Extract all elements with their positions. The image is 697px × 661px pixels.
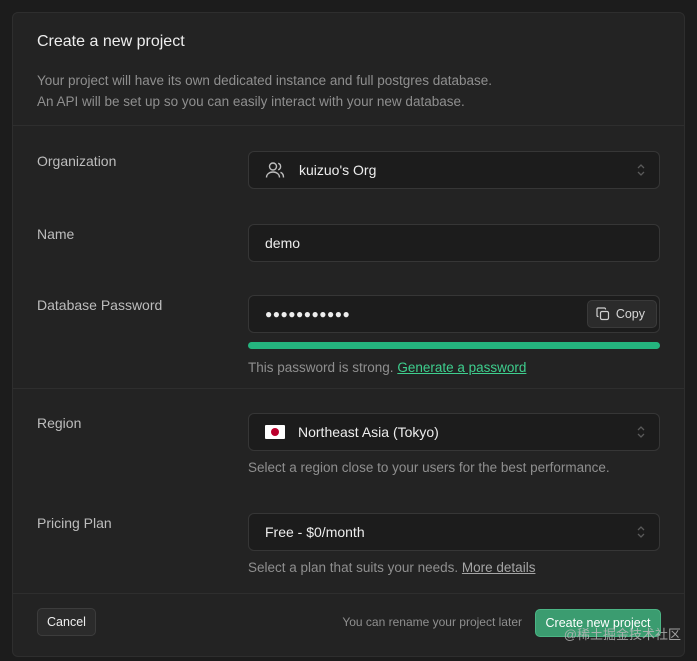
users-icon (265, 161, 285, 179)
password-label: Database Password (37, 297, 163, 313)
copy-icon (596, 307, 609, 321)
pricing-help: Select a plan that suits your needs. Mor… (248, 560, 535, 575)
cancel-button[interactable]: Cancel (37, 608, 96, 636)
chevron-up-down-icon (637, 426, 645, 438)
region-help: Select a region close to your users for … (248, 460, 610, 475)
generate-password-link[interactable]: Generate a password (397, 360, 526, 375)
japan-flag-icon (265, 425, 285, 439)
region-label: Region (37, 415, 82, 431)
rename-note: You can rename your project later (342, 615, 522, 629)
region-value: Northeast Asia (Tokyo) (298, 424, 439, 440)
copy-label: Copy (615, 307, 645, 321)
region-select[interactable]: Northeast Asia (Tokyo) (248, 413, 660, 451)
pricing-value: Free - $0/month (265, 524, 365, 540)
name-input[interactable]: demo (248, 224, 660, 262)
password-strength-bar (248, 342, 660, 349)
password-value: ●●●●●●●●●●● (265, 307, 351, 321)
header-divider (13, 125, 684, 126)
copy-password-button[interactable]: Copy (586, 300, 657, 328)
description-line-1: Your project will have its own dedicated… (37, 73, 493, 88)
password-strength-text: This password is strong. (248, 360, 394, 375)
chevron-up-down-icon (637, 164, 645, 176)
more-details-link[interactable]: More details (462, 560, 536, 575)
create-project-dialog: Create a new project Your project will h… (12, 12, 685, 657)
organization-value: kuizuo's Org (299, 162, 377, 178)
pricing-help-text: Select a plan that suits your needs. (248, 560, 459, 575)
section-divider (13, 388, 684, 389)
password-input[interactable]: ●●●●●●●●●●● Copy (248, 295, 660, 333)
description-line-2: An API will be set up so you can easily … (37, 94, 465, 109)
name-label: Name (37, 226, 75, 242)
pricing-select[interactable]: Free - $0/month (248, 513, 660, 551)
password-help: This password is strong. Generate a pass… (248, 360, 526, 375)
chevron-up-down-icon (637, 526, 645, 538)
dialog-description: Your project will have its own dedicated… (37, 70, 492, 112)
footer-divider (13, 593, 684, 594)
organization-select[interactable]: kuizuo's Org (248, 151, 660, 189)
name-value: demo (265, 235, 301, 251)
watermark: @稀土掘金技术社区 (563, 627, 681, 642)
organization-label: Organization (37, 153, 117, 169)
pricing-label: Pricing Plan (37, 515, 112, 531)
dialog-title: Create a new project (37, 33, 185, 50)
